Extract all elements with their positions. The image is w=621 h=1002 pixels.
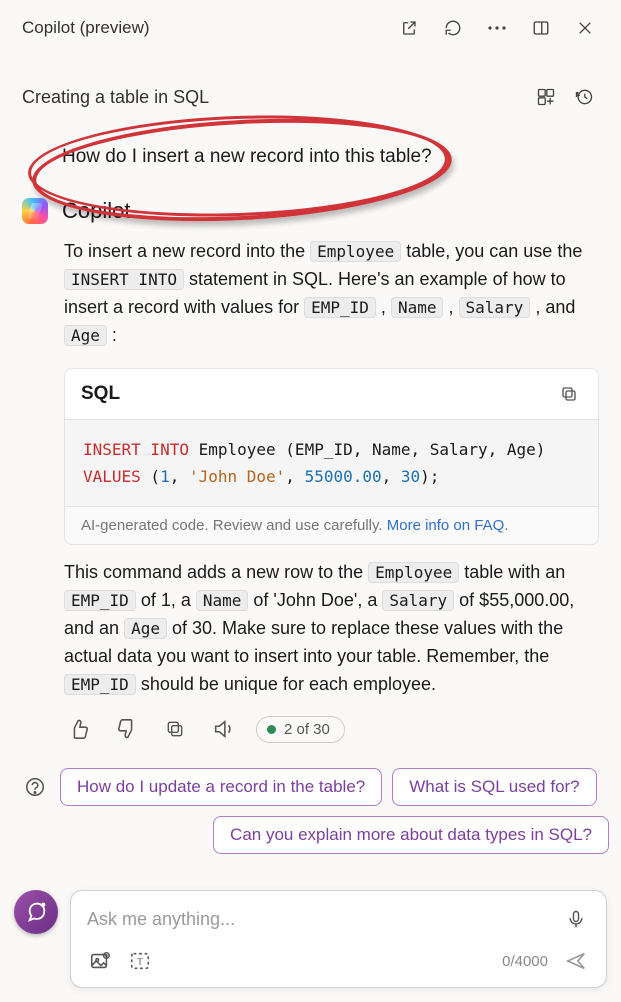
code-pill: EMP_ID bbox=[64, 590, 136, 611]
read-aloud-icon[interactable] bbox=[208, 714, 238, 744]
user-prompt: How do I insert a new record into this t… bbox=[62, 146, 599, 168]
plugins-icon[interactable] bbox=[531, 82, 561, 112]
ocr-select-icon[interactable]: T bbox=[127, 948, 153, 974]
code-language: SQL bbox=[81, 383, 556, 405]
panel-icon[interactable] bbox=[523, 10, 559, 46]
code-pill: Age bbox=[64, 325, 107, 346]
suggestion-chip[interactable]: What is SQL used for? bbox=[392, 768, 596, 806]
copilot-logo-icon bbox=[22, 198, 48, 224]
sender-name: Copilot bbox=[62, 198, 130, 224]
topic-row: Creating a table in SQL bbox=[0, 54, 621, 112]
code-content: INSERT INTO Employee (EMP_ID, Name, Sala… bbox=[65, 420, 598, 506]
char-counter: 0/4000 bbox=[502, 953, 548, 970]
code-pill: Name bbox=[391, 297, 444, 318]
response-header: Copilot bbox=[22, 198, 599, 224]
history-icon[interactable] bbox=[569, 82, 599, 112]
prompt-input[interactable] bbox=[87, 909, 552, 930]
response: Copilot To insert a new record into the … bbox=[0, 198, 621, 744]
code-pill: Salary bbox=[459, 297, 531, 318]
topic-label: Creating a table in SQL bbox=[22, 87, 523, 108]
code-pill: Employee bbox=[310, 241, 401, 262]
response-actions: 2 of 30 bbox=[64, 714, 599, 744]
send-icon[interactable] bbox=[562, 947, 590, 975]
more-icon[interactable] bbox=[479, 10, 515, 46]
user-prompt-wrap: How do I insert a new record into this t… bbox=[0, 112, 621, 198]
code-block-header: SQL bbox=[65, 369, 598, 420]
response-paragraph-1: To insert a new record into the Employee… bbox=[64, 238, 599, 350]
code-pill: Age bbox=[124, 618, 167, 639]
suggestion-icon bbox=[20, 772, 50, 802]
copy-response-icon[interactable] bbox=[160, 714, 190, 744]
response-paragraph-2: This command adds a new row to the Emplo… bbox=[64, 559, 599, 698]
composer-area: T 0/4000 bbox=[0, 890, 621, 988]
code-pill: Salary bbox=[382, 590, 454, 611]
refresh-icon[interactable] bbox=[435, 10, 471, 46]
response-counter[interactable]: 2 of 30 bbox=[256, 716, 345, 743]
microphone-icon[interactable] bbox=[562, 905, 590, 933]
suggestion-chip[interactable]: How do I update a record in the table? bbox=[60, 768, 382, 806]
faq-link[interactable]: More info on FAQ bbox=[387, 517, 505, 534]
code-pill: EMP_ID bbox=[304, 297, 376, 318]
suggestion-chip[interactable]: Can you explain more about data types in… bbox=[213, 816, 609, 854]
titlebar: Copilot (preview) bbox=[0, 0, 621, 54]
code-pill: EMP_ID bbox=[64, 674, 136, 695]
code-pill: Employee bbox=[368, 562, 459, 583]
add-image-icon[interactable] bbox=[87, 948, 113, 974]
code-pill: Name bbox=[196, 590, 249, 611]
code-block: SQL INSERT INTO Employee (EMP_ID, Name, … bbox=[64, 368, 599, 545]
code-disclaimer: AI-generated code. Review and use carefu… bbox=[65, 506, 598, 544]
close-icon[interactable] bbox=[567, 10, 603, 46]
thumbs-down-icon[interactable] bbox=[112, 714, 142, 744]
code-pill: INSERT INTO bbox=[64, 269, 184, 290]
svg-text:T: T bbox=[137, 957, 143, 967]
copy-code-icon[interactable] bbox=[556, 381, 582, 407]
suggestions: How do I update a record in the table? W… bbox=[0, 768, 621, 854]
app-title: Copilot (preview) bbox=[22, 18, 383, 38]
open-external-icon[interactable] bbox=[391, 10, 427, 46]
composer: T 0/4000 bbox=[70, 890, 607, 988]
new-chat-button[interactable] bbox=[14, 890, 58, 934]
status-dot-icon bbox=[267, 725, 276, 734]
thumbs-up-icon[interactable] bbox=[64, 714, 94, 744]
